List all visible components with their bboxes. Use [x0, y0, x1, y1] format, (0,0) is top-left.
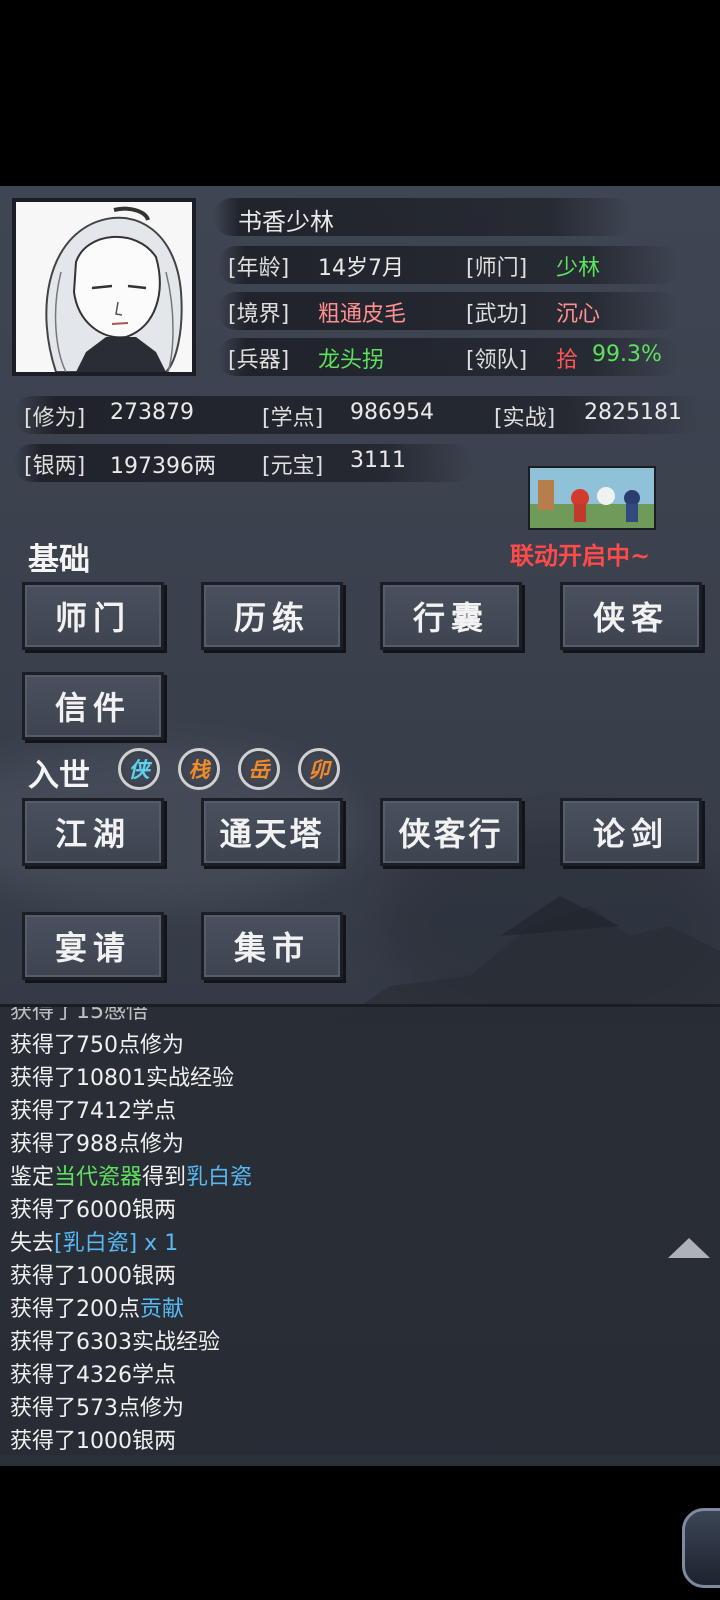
- event-artwork-icon: [530, 468, 654, 528]
- banquet-button[interactable]: 宴请: [22, 912, 164, 980]
- log-line: 获得了4326学点: [10, 1363, 176, 1388]
- log-line: 获得了988点修为: [10, 1132, 184, 1157]
- cultivation-label: [修为]: [24, 406, 86, 431]
- world-section-title: 入世: [28, 758, 90, 794]
- age-label: [年龄]: [228, 256, 290, 281]
- yue-badge-icon[interactable]: 岳: [238, 748, 280, 790]
- log-line: 获得了750点修为: [10, 1033, 184, 1058]
- realm-value[interactable]: 粗通皮毛: [318, 296, 406, 328]
- team-percent: 99.3%: [592, 342, 662, 367]
- scroll-up-arrow-icon[interactable]: [668, 1238, 710, 1258]
- character-portrait[interactable]: [12, 198, 196, 376]
- log-line: 获得了200点贡献: [10, 1297, 185, 1322]
- log-line: 获得了6303实战经验: [10, 1330, 220, 1355]
- mail-button[interactable]: 信件: [22, 672, 164, 740]
- weapon-value[interactable]: 龙头拐: [318, 342, 384, 374]
- skill-value[interactable]: 沉心: [556, 296, 600, 328]
- sect-value[interactable]: 少林: [556, 250, 600, 282]
- ingot-label: [元宝]: [262, 454, 324, 479]
- training-button[interactable]: 历练: [201, 582, 343, 650]
- weapon-label: [兵器]: [228, 348, 290, 373]
- log-item-highlight: 乳白瓷: [186, 1165, 253, 1190]
- log-line: 获得了573点修为: [10, 1396, 184, 1421]
- study-value: 986954: [350, 400, 434, 425]
- event-banner-text[interactable]: 联动开启中~: [510, 536, 650, 571]
- hero-button[interactable]: 侠客: [560, 582, 702, 650]
- market-button[interactable]: 集市: [201, 912, 343, 980]
- jianghu-button[interactable]: 江湖: [22, 798, 164, 866]
- game-screen: 书香少林 [年龄] 14岁7月 [师门] 少林 [境界] 粗通皮毛 [武功] 沉…: [0, 186, 720, 1466]
- log-line: 获得了7412学点: [10, 1099, 176, 1124]
- skill-label: [武功]: [466, 302, 528, 327]
- log-line: 获得了6000银两: [10, 1198, 176, 1223]
- cultivation-value: 273879: [110, 400, 194, 425]
- log-line: 鉴定当代瓷器得到乳白瓷: [10, 1165, 253, 1190]
- silver-label: [银两]: [24, 454, 86, 479]
- combat-label: [实战]: [494, 406, 556, 431]
- xia-badge-icon[interactable]: 侠: [118, 748, 160, 790]
- log-line: 失去[乳白瓷] x 1: [10, 1231, 179, 1256]
- portrait-image: [16, 202, 192, 373]
- realm-label: [境界]: [228, 302, 290, 327]
- log-line: 获得了1000银两: [10, 1264, 176, 1289]
- character-name: 书香少林: [238, 208, 334, 236]
- study-label: [学点]: [262, 406, 324, 431]
- inn-badge-icon[interactable]: 栈: [178, 748, 220, 790]
- basic-section-title: 基础: [28, 542, 90, 578]
- team-label: [领队]: [466, 348, 528, 373]
- ingot-value: 3111: [350, 448, 406, 473]
- message-log[interactable]: 获得了15感悟 获得了750点修为 获得了10801实战经验 获得了7412学点…: [0, 1004, 720, 1455]
- log-item-highlight: 贡献: [140, 1297, 185, 1322]
- age-value: 14岁7月: [318, 256, 404, 281]
- log-item-highlight: [乳白瓷] x 1: [54, 1231, 179, 1256]
- log-line: 获得了1000银两: [10, 1429, 176, 1454]
- sect-button[interactable]: 师门: [22, 582, 164, 650]
- log-line-partial: 获得了15感悟: [10, 1004, 148, 1024]
- floating-menu-button[interactable]: [682, 1508, 720, 1588]
- log-item-highlight: 当代瓷器: [54, 1165, 143, 1190]
- log-line: 获得了10801实战经验: [10, 1066, 234, 1091]
- inventory-button[interactable]: 行囊: [380, 582, 522, 650]
- team-value[interactable]: 拾: [556, 342, 578, 374]
- mao-badge-icon[interactable]: 卯: [298, 748, 340, 790]
- duel-button[interactable]: 论剑: [560, 798, 702, 866]
- silver-value: 197396两: [110, 454, 216, 479]
- event-thumbnail[interactable]: [528, 466, 656, 530]
- combat-value: 2825181: [584, 400, 682, 425]
- sect-label: [师门]: [466, 256, 528, 281]
- pavilion-silhouette: [330, 896, 720, 1026]
- hero-journey-button[interactable]: 侠客行: [380, 798, 522, 866]
- tower-button[interactable]: 通天塔: [201, 798, 343, 866]
